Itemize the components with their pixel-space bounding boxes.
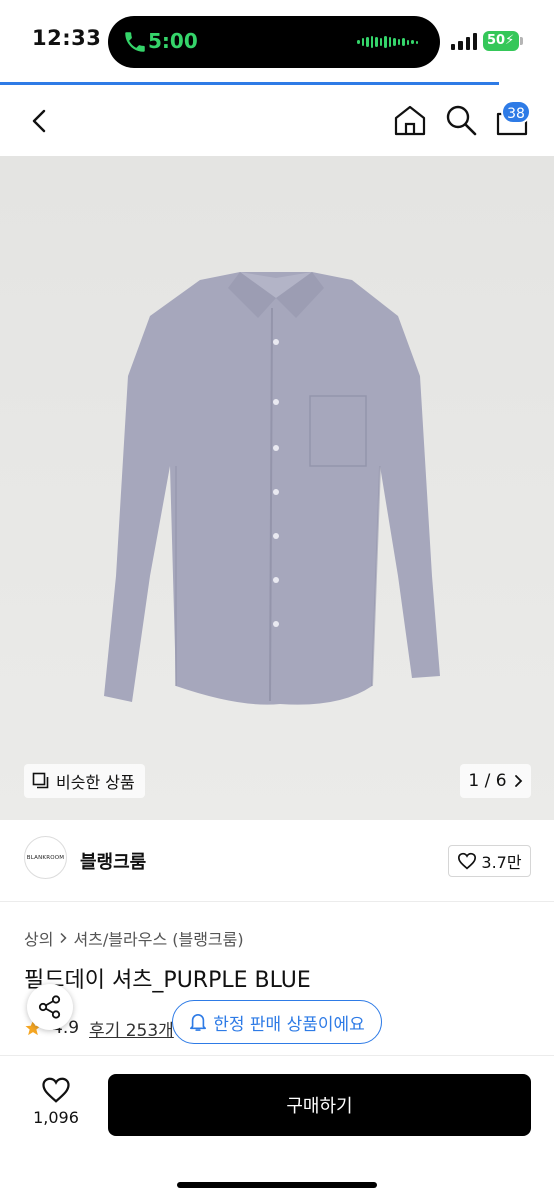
purchase-bar: 1,096 구매하기 (0, 1055, 554, 1200)
brand-like-button[interactable]: 3.7만 (448, 845, 531, 877)
page-loading-bar (0, 82, 499, 85)
brand-name[interactable]: 블랭크룸 (80, 848, 146, 874)
brand-row[interactable]: BLANKROOM 블랭크룸 3.7만 (0, 820, 554, 902)
page-indicator-text: 1 / 6 (468, 771, 507, 791)
buy-button[interactable]: 구매하기 (108, 1074, 531, 1136)
product-title: 필드데이 셔츠_PURPLE BLUE (24, 968, 311, 993)
similar-products-button[interactable]: 비슷한 상품 (24, 764, 145, 798)
share-icon (38, 995, 61, 1019)
brand-logo-text: BLANKROOM (26, 854, 65, 861)
similar-products-label: 비슷한 상품 (56, 773, 135, 792)
search-icon[interactable] (443, 102, 479, 138)
heart-icon (42, 1077, 70, 1103)
home-icon[interactable] (392, 102, 428, 138)
similar-icon (32, 772, 49, 789)
battery-level: 50 (487, 33, 506, 48)
shirt-image (0, 156, 554, 820)
gallery-page-indicator[interactable]: 1 / 6 (460, 764, 531, 798)
dynamic-island[interactable]: 5:00 (108, 16, 440, 68)
top-navigation (0, 86, 554, 156)
share-button[interactable] (27, 984, 73, 1030)
wishlist-count: 1,096 (33, 1108, 79, 1127)
limited-sale-label: 한정 판매 상품이에요 (213, 1014, 365, 1035)
signal-icon (451, 32, 477, 50)
cart-count-badge: 38 (501, 100, 531, 124)
product-image-gallery[interactable]: 비슷한 상품 1 / 6 (0, 156, 554, 820)
battery-icon: 50⚡ (483, 31, 519, 51)
status-clock: 12:33 (32, 26, 102, 50)
limited-sale-notice[interactable]: 한정 판매 상품이에요 (172, 1000, 382, 1044)
bell-icon (190, 1014, 207, 1031)
breadcrumb: 상의 셔츠/블라우스 (블랭크룸) (24, 926, 244, 950)
brand-like-count: 3.7만 (481, 853, 522, 872)
audio-wave-icon (357, 35, 418, 49)
brand-logo[interactable]: BLANKROOM (24, 836, 67, 879)
chevron-right-icon (60, 932, 68, 944)
wishlist-button[interactable]: 1,096 (28, 1076, 84, 1134)
status-bar: 12:33 5:00 50⚡ (0, 0, 554, 85)
phone-icon (125, 32, 145, 52)
back-icon[interactable] (22, 103, 58, 139)
breadcrumb-item-subcategory[interactable]: 셔츠/블라우스 (블랭크룸) (73, 926, 243, 950)
breadcrumb-item-category[interactable]: 상의 (24, 926, 53, 950)
battery-tip (520, 37, 523, 45)
heart-icon (458, 852, 477, 870)
review-link[interactable]: 후기 253개 (89, 1016, 174, 1041)
home-indicator[interactable] (177, 1182, 377, 1188)
chevron-right-icon (514, 775, 522, 787)
call-duration: 5:00 (148, 29, 198, 53)
